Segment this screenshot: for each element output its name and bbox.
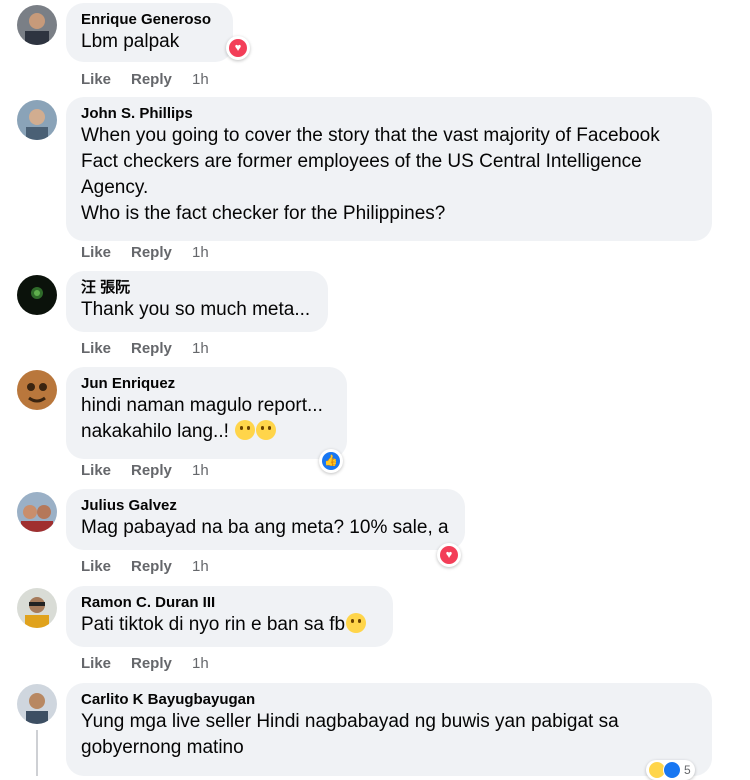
comment-text: Yung mga live seller Hindi nagbabayad ng…	[81, 711, 619, 758]
reaction-badge[interactable]: ♥	[226, 36, 250, 60]
comment-text: When you going to cover the story that t…	[81, 125, 660, 224]
comment-author[interactable]: Jun Enriquez	[81, 374, 332, 393]
comment-author[interactable]: Carlito K Bayugbayugan	[81, 690, 697, 709]
reaction-count: 5	[684, 763, 691, 777]
comment-actions: Like Reply 1h	[81, 244, 209, 261]
comment-bubble: Jun Enriquez hindi naman magulo report..…	[66, 367, 347, 459]
avatar[interactable]	[17, 684, 57, 724]
timestamp[interactable]: 1h	[192, 340, 209, 357]
avatar[interactable]	[17, 588, 57, 628]
avatar[interactable]	[17, 492, 57, 532]
comment-actions: Like Reply 1h	[81, 558, 209, 575]
comment-text: Mag pabayad na ba ang meta? 10% sale, a	[81, 517, 449, 538]
avatar[interactable]	[17, 100, 57, 140]
comment-bubble: 汪 張阮 Thank you so much meta...	[66, 271, 328, 332]
comment-bubble: Carlito K Bayugbayugan Yung mga live sel…	[66, 683, 712, 776]
timestamp[interactable]: 1h	[192, 655, 209, 672]
comment-text-segment: nakakahilo lang..!	[81, 421, 229, 442]
comment-author[interactable]: Enrique Generoso	[81, 10, 218, 29]
comment-bubble: John S. Phillips When you going to cover…	[66, 97, 712, 241]
timestamp[interactable]: 1h	[192, 71, 209, 88]
avatar[interactable]	[17, 5, 57, 45]
comment-author[interactable]: Ramon C. Duran III	[81, 593, 378, 612]
like-link[interactable]: Like	[81, 244, 131, 261]
reply-link[interactable]: Reply	[131, 655, 192, 672]
comment-text-line: hindi naman magulo report...	[81, 395, 323, 416]
like-icon	[663, 761, 681, 779]
comment-actions: Like Reply 1h	[81, 655, 209, 672]
reaction-badge[interactable]: 👍	[319, 449, 343, 473]
comment-bubble: Enrique Generoso Lbm palpak	[66, 3, 233, 62]
love-icon: ♥	[440, 546, 458, 564]
like-link[interactable]: Like	[81, 71, 131, 88]
reply-link[interactable]: Reply	[131, 340, 192, 357]
comment-text: Thank you so much meta...	[81, 299, 311, 320]
comment-text: Lbm palpak	[81, 31, 180, 52]
reaction-badge[interactable]: ♥	[437, 543, 461, 567]
avatar[interactable]	[17, 275, 57, 315]
comment-text-line: nakakahilo lang..!	[81, 419, 332, 445]
reply-link[interactable]: Reply	[131, 244, 192, 261]
comment-text: Pati tiktok di nyo rin e ban sa fb	[81, 612, 378, 638]
avatar[interactable]	[17, 370, 57, 410]
timestamp[interactable]: 1h	[192, 558, 209, 575]
smile-emoji-icon	[235, 420, 256, 440]
like-icon: 👍	[322, 452, 340, 470]
reply-link[interactable]: Reply	[131, 71, 192, 88]
comment-actions: Like Reply 1h	[81, 340, 209, 357]
timestamp[interactable]: 1h	[192, 244, 209, 261]
comment-author[interactable]: 汪 張阮	[81, 278, 313, 297]
thinking-emoji-icon	[346, 613, 367, 633]
thread-line	[36, 730, 38, 776]
comment-text-segment: Pati tiktok di nyo rin e ban sa fb	[81, 614, 346, 635]
like-link[interactable]: Like	[81, 558, 131, 575]
reply-link[interactable]: Reply	[131, 558, 192, 575]
comment-actions: Like Reply 1h	[81, 71, 209, 88]
timestamp[interactable]: 1h	[192, 462, 209, 479]
comment-actions: Like Reply 1h	[81, 462, 209, 479]
comment-author[interactable]: Julius Galvez	[81, 496, 450, 515]
like-link[interactable]: Like	[81, 340, 131, 357]
comment-author[interactable]: John S. Phillips	[81, 104, 697, 123]
laughing-emoji-icon	[256, 420, 277, 440]
reply-link[interactable]: Reply	[131, 462, 192, 479]
love-icon: ♥	[229, 39, 247, 57]
comment-bubble: Ramon C. Duran III Pati tiktok di nyo ri…	[66, 586, 393, 647]
like-link[interactable]: Like	[81, 655, 131, 672]
reaction-summary[interactable]: 5	[646, 760, 695, 780]
like-link[interactable]: Like	[81, 462, 131, 479]
comment-bubble: Julius Galvez Mag pabayad na ba ang meta…	[66, 489, 465, 550]
